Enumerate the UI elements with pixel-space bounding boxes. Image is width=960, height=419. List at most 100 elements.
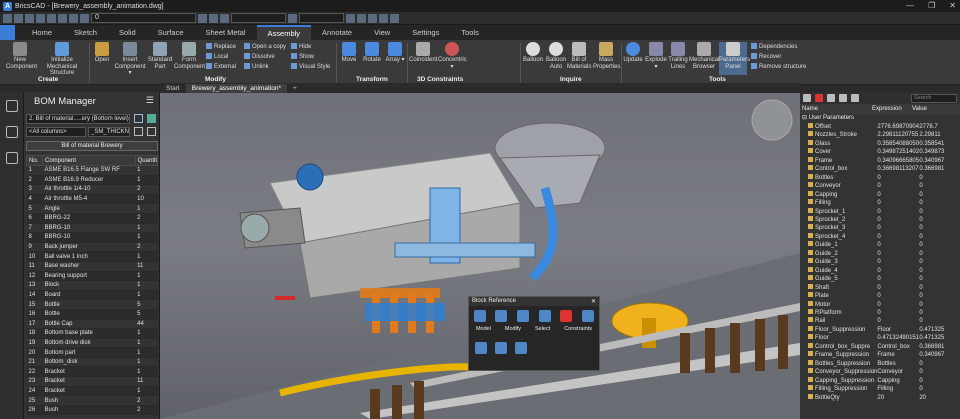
column-header-component[interactable]: Component <box>42 155 136 166</box>
concentric-button[interactable]: Concentric ▾ <box>438 42 467 70</box>
tab-start[interactable]: Start <box>160 84 186 93</box>
table-row[interactable]: BottleQty 20 20 <box>800 393 960 402</box>
table-row[interactable]: 18 Bottom base plate 1 <box>26 328 158 339</box>
tab-solid[interactable]: Solid <box>108 25 147 40</box>
column-header-no[interactable]: No. <box>26 155 43 166</box>
lineweight-icon[interactable] <box>288 13 297 23</box>
parameters-panel-button[interactable]: Parameters Panel <box>719 42 750 75</box>
filter-icon[interactable] <box>134 127 143 136</box>
export-icon[interactable] <box>147 114 156 123</box>
rotate-icon[interactable] <box>495 310 508 322</box>
balloon-auto-button[interactable]: Balloon Auto <box>545 42 567 70</box>
tab-brewery-drawing[interactable]: Brewery_assembly_animation* <box>185 84 287 93</box>
table-row[interactable]: Bottles 0 0 <box>800 173 960 182</box>
table-row[interactable]: RPlatform 0 0 <box>800 308 960 317</box>
new-parameter-icon[interactable] <box>803 94 811 102</box>
form-component-button[interactable]: Form Component <box>174 42 205 70</box>
refresh-icon[interactable] <box>134 114 143 123</box>
field-select[interactable]: _SM_THICKNE <box>88 127 130 137</box>
structure-browser-icon[interactable] <box>5 126 18 138</box>
mechanical-browser-button[interactable]: Mechanical Browser <box>689 42 719 70</box>
redo-icon[interactable] <box>69 13 78 23</box>
snap-icon[interactable] <box>379 13 388 23</box>
table-row[interactable]: Glass 0.35854088050 0.358541 <box>800 139 960 148</box>
close-button[interactable]: ✕ <box>949 0 956 12</box>
viewcube-icon[interactable] <box>751 99 793 141</box>
tab-tools[interactable]: Tools <box>450 25 490 40</box>
open-copy-button[interactable]: Open a copy <box>244 43 286 51</box>
array-button[interactable]: Array ▾ <box>385 42 405 64</box>
explode-button[interactable]: Explode ▾ <box>645 42 667 70</box>
table-row[interactable]: Control_box_Suppre Control_box 0.366981 <box>800 342 960 351</box>
table-row[interactable]: Capping 0 0 <box>800 190 960 199</box>
filter-icon[interactable] <box>827 94 835 102</box>
dissolve-button[interactable]: Dissolve <box>244 53 275 61</box>
table-row[interactable]: Sprocket_4 0 0 <box>800 232 960 241</box>
table-row[interactable]: Guide_3 0 0 <box>800 258 960 266</box>
tab-surface[interactable]: Surface <box>147 25 195 40</box>
column-header-value[interactable]: Value <box>912 104 952 114</box>
view-icon[interactable] <box>346 13 355 23</box>
table-row[interactable]: 1 ASME B16.5 Flange SW RF 1 <box>26 165 158 176</box>
table-row[interactable]: Guide_5 0 0 <box>800 275 960 283</box>
move-button[interactable]: Move <box>339 42 359 64</box>
parameter-search-input[interactable]: Search <box>911 93 957 103</box>
undo-icon[interactable] <box>58 13 67 23</box>
table-row[interactable]: Nozzles_Stroke 2.29811120755 2.29811 <box>800 131 960 139</box>
standard-part-button[interactable]: Standard Part <box>146 42 174 70</box>
table-row[interactable]: 2 ASME B16.9 Reducer 1 <box>26 175 158 186</box>
recover-button[interactable]: Recover <box>751 53 781 61</box>
remove-structure-button[interactable]: Remove structure <box>751 63 806 71</box>
print-icon[interactable] <box>47 13 56 23</box>
table-row[interactable]: 25 Bush 2 <box>26 395 158 406</box>
help-icon[interactable] <box>390 13 399 23</box>
local-button[interactable]: Local <box>206 53 228 61</box>
table-row[interactable]: Plate 0 0 <box>800 292 960 300</box>
table-row[interactable]: 15 Bottle 5 <box>26 299 158 310</box>
column-header-quantity[interactable]: Quantit <box>134 155 159 166</box>
table-row[interactable]: Cover 0.34987251402 0.349873 <box>800 148 960 156</box>
show-button[interactable]: Show <box>291 53 314 61</box>
linetype-select[interactable] <box>231 13 286 23</box>
table-row[interactable]: Bottles_Suppression Bottles 0 <box>800 359 960 368</box>
table-row[interactable]: 6 BBRG-22 2 <box>26 213 158 224</box>
init-mechanical-structure-button[interactable]: Initialize Mechanical Structure <box>37 42 87 77</box>
table-row[interactable]: Guide_1 0 0 <box>800 241 960 249</box>
update-button[interactable]: Update <box>623 42 643 64</box>
close-icon[interactable]: ✕ <box>591 298 596 307</box>
mass-properties-button[interactable]: Mass Properties <box>593 42 620 70</box>
table-row[interactable]: 26 Bush 2 <box>26 405 158 416</box>
table-row[interactable]: Shaft 0 0 <box>800 283 960 292</box>
table-row[interactable]: Control_box 0.36698113207 0.366981 <box>800 165 960 173</box>
lineweight-select[interactable] <box>299 13 344 23</box>
visual-style-button[interactable]: Visual Style <box>291 63 330 71</box>
expand-icon[interactable]: ⊟ <box>802 115 809 121</box>
delete-icon[interactable] <box>560 310 573 322</box>
column-header-name[interactable]: Name <box>800 104 872 114</box>
table-row[interactable]: 3 Air throttle 1/4-10 2 <box>26 184 158 195</box>
table-row[interactable]: Sprocket_3 0 0 <box>800 224 960 232</box>
table-row[interactable]: 16 Bottle 5 <box>26 309 158 320</box>
external-button[interactable]: External <box>206 63 236 71</box>
table-row[interactable]: 10 Ball valve 1 inch 1 <box>26 251 158 262</box>
save-as-icon[interactable] <box>36 13 45 23</box>
hamburger-menu-icon[interactable]: ☰ <box>146 95 154 106</box>
angle-icon[interactable] <box>538 310 551 322</box>
table-row[interactable]: 13 Block 1 <box>26 280 158 291</box>
table-row[interactable]: 20 Bottom part 1 <box>26 347 158 358</box>
open-button[interactable]: Open <box>92 42 112 64</box>
table-row[interactable]: 22 Bracket 1 <box>26 366 158 378</box>
table-row[interactable]: 23 Bracket 11 <box>26 376 158 387</box>
table-row[interactable]: Frame 0.34096665805 0.340967 <box>800 156 960 165</box>
table-row[interactable]: Capping_Suppression Capping 0 <box>800 376 960 385</box>
color-icon[interactable] <box>209 13 218 23</box>
match-properties-icon[interactable] <box>198 13 207 23</box>
table-row[interactable]: 9 Back jumper 2 <box>26 242 158 253</box>
table-row[interactable]: Guide_4 0 0 <box>800 266 960 275</box>
tab-annotate[interactable]: Annotate <box>311 25 363 40</box>
move-icon[interactable] <box>473 310 486 322</box>
new-tab-button[interactable]: + <box>287 84 303 93</box>
table-row[interactable]: Conveyor_Suppression Conveyor 0 <box>800 368 960 376</box>
table-row[interactable]: 11 Base washer 11 <box>26 261 158 272</box>
new-component-button[interactable]: New Component <box>6 42 37 70</box>
